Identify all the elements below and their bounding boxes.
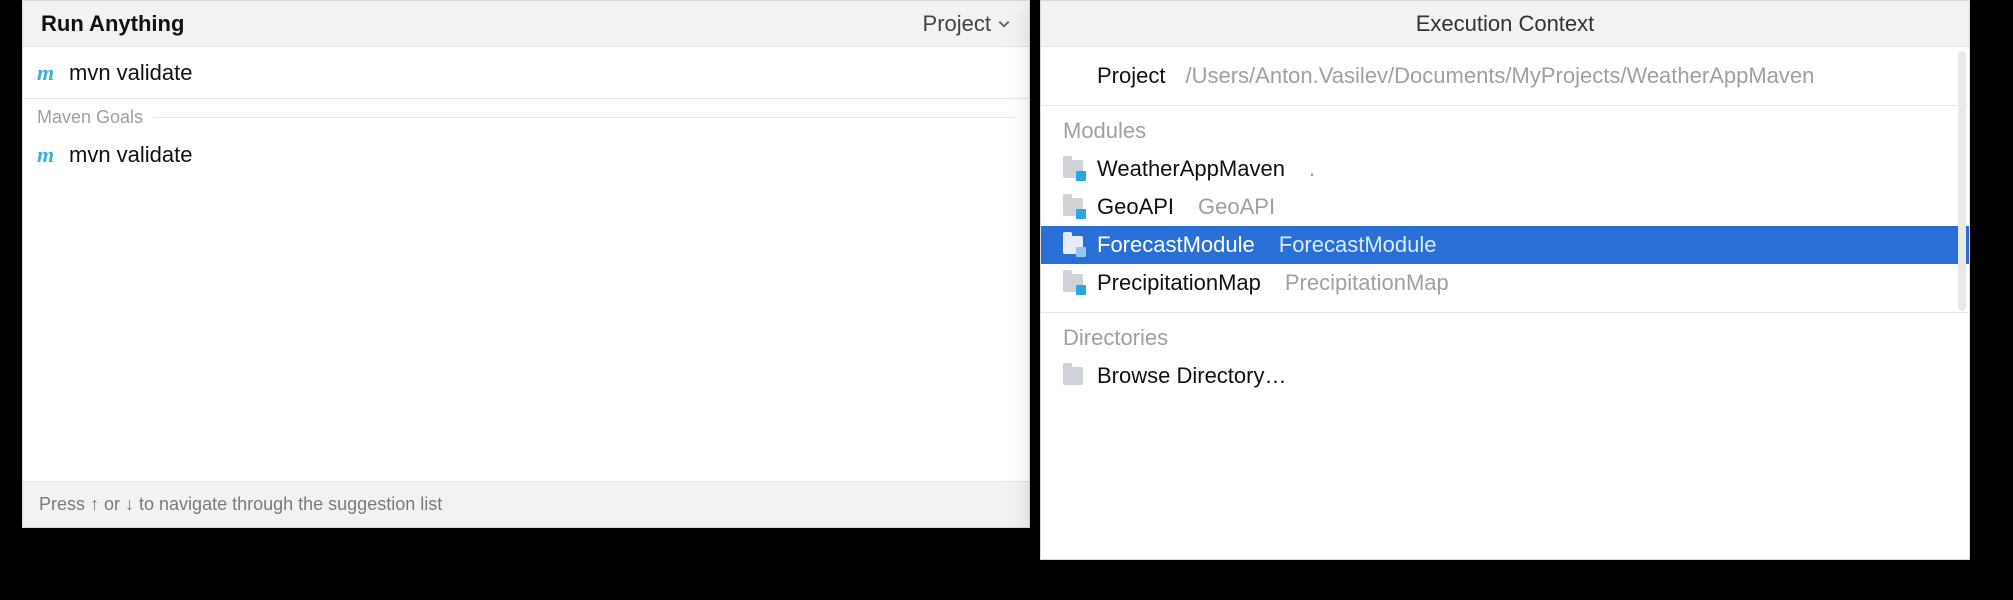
- browse-directory-item[interactable]: Browse Directory…: [1041, 357, 1969, 395]
- module-subpath: PrecipitationMap: [1285, 270, 1449, 296]
- suggestions-section-header: Maven Goals: [23, 99, 1029, 134]
- maven-icon: m: [37, 144, 59, 166]
- module-item[interactable]: PrecipitationMap PrecipitationMap: [1041, 264, 1969, 302]
- module-name: ForecastModule: [1097, 232, 1255, 258]
- module-folder-icon: [1063, 160, 1083, 178]
- module-subpath: GeoAPI: [1198, 194, 1275, 220]
- modules-section-label: Modules: [1041, 110, 1969, 150]
- divider: [1041, 105, 1969, 106]
- module-name: PrecipitationMap: [1097, 270, 1261, 296]
- module-item[interactable]: ForecastModule ForecastModule: [1041, 226, 1969, 264]
- module-item[interactable]: WeatherAppMaven.: [1041, 150, 1969, 188]
- run-anything-title: Run Anything: [41, 11, 184, 37]
- maven-icon: m: [37, 62, 59, 84]
- execution-context-panel: Execution Context Project /Users/Anton.V…: [1040, 0, 1970, 560]
- module-subpath: .: [1309, 156, 1315, 182]
- project-dropdown-label: Project: [923, 11, 991, 37]
- module-item[interactable]: GeoAPI GeoAPI: [1041, 188, 1969, 226]
- run-anything-header: Run Anything Project: [23, 1, 1029, 47]
- run-anything-footer: Press ↑ or ↓ to navigate through the sug…: [23, 481, 1029, 527]
- module-name: WeatherAppMaven: [1097, 156, 1285, 182]
- suggestion-item[interactable]: m mvn validate: [23, 134, 1029, 176]
- module-folder-icon: [1063, 274, 1083, 292]
- browse-directory-label: Browse Directory…: [1097, 363, 1286, 389]
- run-anything-panel: Run Anything Project m Maven Goals m mvn…: [22, 0, 1030, 528]
- divider: [1041, 312, 1969, 313]
- context-project-path: /Users/Anton.Vasilev/Documents/MyProject…: [1185, 63, 1814, 89]
- modules-list: WeatherAppMaven.GeoAPIGeoAPIForecastModu…: [1041, 150, 1969, 308]
- run-command-input[interactable]: [69, 60, 1015, 86]
- execution-context-title: Execution Context: [1041, 1, 1969, 47]
- module-folder-icon: [1063, 198, 1083, 216]
- run-input-row: m: [23, 47, 1029, 99]
- footer-hint: Press ↑ or ↓ to navigate through the sug…: [39, 494, 442, 515]
- suggestion-text: mvn validate: [69, 142, 193, 168]
- module-subpath: ForecastModule: [1279, 232, 1437, 258]
- scrollbar[interactable]: [1958, 51, 1966, 311]
- suggestions-section-label: Maven Goals: [37, 107, 143, 128]
- context-project-label: Project: [1097, 63, 1165, 89]
- directories-section-label: Directories: [1041, 317, 1969, 357]
- context-project-row[interactable]: Project /Users/Anton.Vasilev/Documents/M…: [1041, 47, 1969, 101]
- module-name: GeoAPI: [1097, 194, 1174, 220]
- chevron-down-icon: [997, 17, 1011, 31]
- divider: [153, 117, 1015, 118]
- module-folder-icon: [1063, 236, 1083, 254]
- folder-icon: [1063, 367, 1083, 385]
- project-dropdown[interactable]: Project: [923, 11, 1011, 37]
